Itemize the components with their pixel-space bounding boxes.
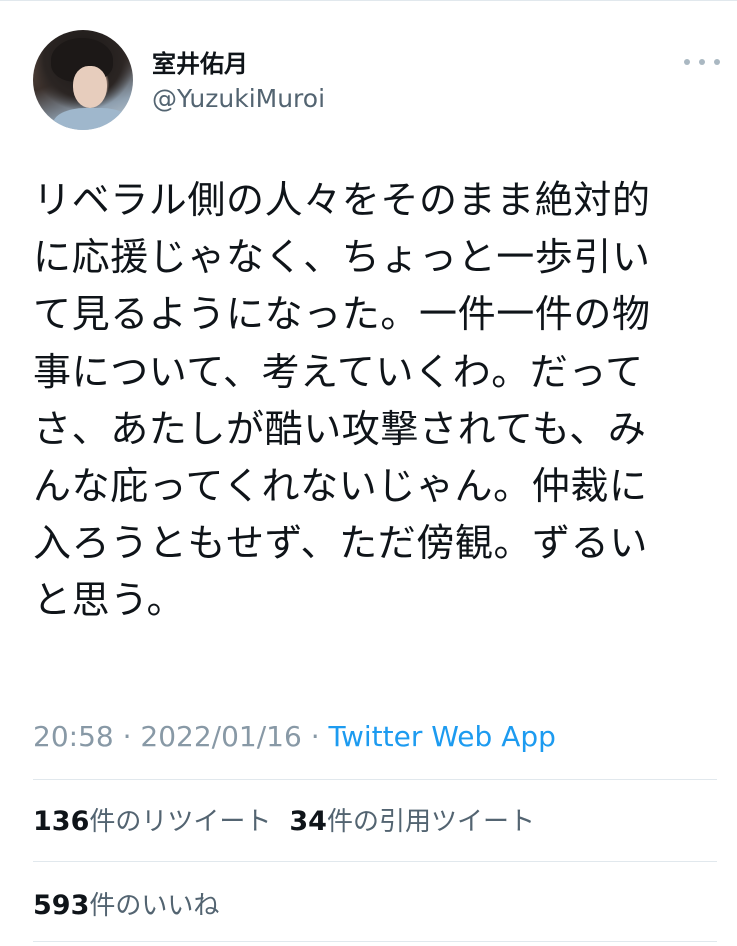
top-border xyxy=(0,0,737,1)
tweet-line: て見るようになった。一件一件の物 xyxy=(33,292,651,337)
tweet-line: に応援じゃなく、ちょっと一歩引い xyxy=(33,235,651,280)
tweet-line: 入ろうともせず、ただ傍観。ずるい xyxy=(33,521,648,566)
likes-count: 593 xyxy=(33,890,90,921)
tweet-line: んな庇ってくれないじゃん。仲裁に xyxy=(33,463,648,508)
avatar-face xyxy=(73,66,107,108)
meta-separator: · xyxy=(301,720,329,753)
bottom-border xyxy=(33,941,717,942)
more-dot xyxy=(699,59,705,65)
retweets-stat[interactable]: 136件のリツイート xyxy=(33,801,271,838)
divider xyxy=(33,861,717,862)
tweet-line: と思う。 xyxy=(33,578,186,623)
tweet-line: 事について、考えていくわ。だって xyxy=(33,349,644,394)
display-name[interactable]: 室井佑月 xyxy=(152,44,248,79)
quotes-count: 34 xyxy=(289,806,327,837)
avatar[interactable] xyxy=(33,30,133,130)
more-horizontal-icon[interactable] xyxy=(684,50,720,74)
more-dot xyxy=(684,59,690,65)
tweet-meta: 20:58 · 2022/01/16 · Twitter Web App xyxy=(33,720,556,753)
divider xyxy=(33,779,717,780)
meta-separator: · xyxy=(113,720,141,753)
tweet-text: リベラル側の人々をそのまま絶対的 に応援じゃなく、ちょっと一歩引い て見るように… xyxy=(33,172,708,630)
tweet-line: さ、あたしが酷い攻撃されても、み xyxy=(33,406,647,451)
stats-row-likes: 593件のいいね xyxy=(33,885,237,922)
user-handle[interactable]: @YuzukiMuroi xyxy=(152,84,325,113)
quotes-label: 件の引用ツイート xyxy=(326,807,535,837)
likes-label: 件のいいね xyxy=(89,891,220,921)
tweet-source-link[interactable]: Twitter Web App xyxy=(329,720,556,753)
retweets-count: 136 xyxy=(33,806,90,837)
likes-stat[interactable]: 593件のいいね xyxy=(33,885,219,922)
tweet-line: リベラル側の人々をそのまま絶対的 xyxy=(33,178,651,222)
tweet-date[interactable]: 2022/01/16 xyxy=(140,720,301,753)
more-dot xyxy=(714,59,720,65)
stats-row-retweets: 136件のリツイート 34件の引用ツイート xyxy=(33,801,553,838)
tweet-time[interactable]: 20:58 xyxy=(33,720,114,753)
retweets-label: 件のリツイート xyxy=(89,807,272,837)
avatar-kimono xyxy=(53,108,133,130)
quotes-stat[interactable]: 34件の引用ツイート xyxy=(289,801,535,838)
